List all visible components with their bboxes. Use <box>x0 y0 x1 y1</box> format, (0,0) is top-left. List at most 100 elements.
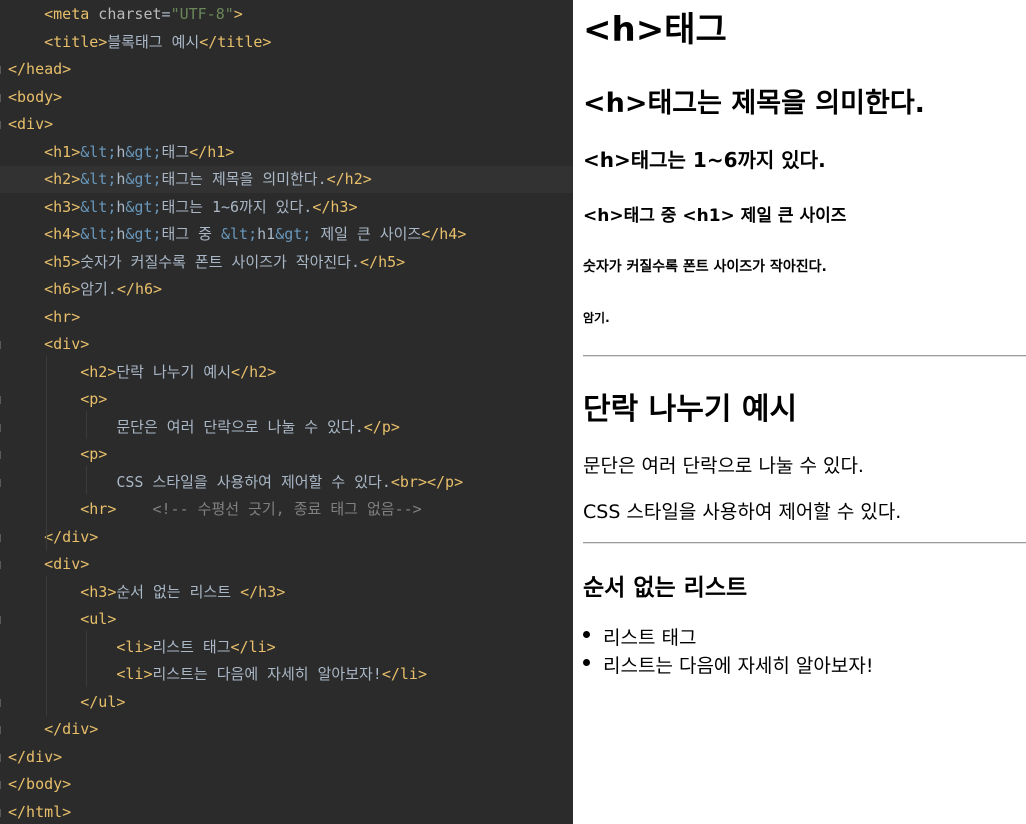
code-token: 블록태그 예시 <box>107 32 200 51</box>
code-line[interactable]: <h4>&lt;h&gt;태그 중 &lt;h1&gt; 제일 큰 사이즈</h… <box>0 221 573 248</box>
code-token: CSS 스타일을 사용하여 제어할 수 있다. <box>116 472 391 491</box>
code-token: "UTF-8" <box>170 5 234 23</box>
code-token: 순서 없는 리스트 <box>116 582 241 601</box>
code-token: </title> <box>199 32 272 51</box>
code-line[interactable]: </div> <box>0 744 573 771</box>
code-line[interactable]: </div> <box>0 524 573 551</box>
code-token: </li> <box>381 665 427 683</box>
code-line[interactable]: <div> <box>0 111 573 138</box>
code-text: <div> <box>8 554 89 574</box>
code-token: </ul> <box>80 692 126 711</box>
section-heading-paragraphs: 단락 나누기 예시 <box>583 392 798 427</box>
fold-marker-icon[interactable] <box>0 808 5 817</box>
code-token: 태그 <box>161 142 190 161</box>
fold-marker-icon[interactable] <box>0 121 5 129</box>
code-token: &lt; <box>80 142 117 161</box>
fold-marker-icon[interactable] <box>0 423 5 432</box>
code-line[interactable]: <h1>&lt;h&gt;태그</h1> <box>0 139 573 166</box>
code-token: <p> <box>80 445 108 463</box>
code-token: = <box>161 5 171 23</box>
code-text: </ul> <box>8 692 125 712</box>
code-line[interactable]: </div> <box>0 716 573 743</box>
fold-marker-icon[interactable] <box>0 93 5 102</box>
code-line[interactable]: <div> <box>0 331 573 358</box>
code-line[interactable]: <meta charset="UTF-8"> <box>0 1 573 28</box>
indent-guide <box>86 466 87 494</box>
code-text: <h5>숫자가 커질수록 폰트 사이즈가 작아진다.</h5> <box>8 252 405 272</box>
fold-marker-icon[interactable] <box>0 726 5 734</box>
fold-marker-icon[interactable] <box>0 478 5 487</box>
code-token: </p> <box>363 417 400 436</box>
fold-marker-icon[interactable] <box>0 533 5 542</box>
code-token: 태그 중 <box>161 225 221 243</box>
code-line[interactable]: <title>블록태그 예시</title> <box>0 29 573 56</box>
preview-heading-h1: <h>태그 <box>583 10 727 50</box>
code-token: > <box>233 5 243 23</box>
code-line[interactable]: <h2>단락 나누기 예시</h2> <box>0 359 573 386</box>
code-token: </li> <box>230 637 276 656</box>
list-item-text: 리스트 태그 <box>603 627 697 649</box>
code-line[interactable]: <h6>암기.</h6> <box>0 276 573 303</box>
fold-marker-icon[interactable] <box>0 451 5 459</box>
code-token: <p> <box>80 390 108 408</box>
code-token: charset <box>89 5 162 23</box>
code-token: <h2> <box>80 362 117 381</box>
code-line[interactable]: <h3>&lt;h&gt;태그는 1~6까지 있다.</h3> <box>0 194 573 221</box>
code-line[interactable]: <p> <box>0 386 573 413</box>
fold-marker-icon[interactable] <box>0 753 5 762</box>
paragraph: 문단은 여러 단락으로 나눌 수 있다. <box>583 455 864 477</box>
code-line[interactable]: <hr> <!-- 수평선 긋기, 종료 태그 없음--> <box>0 496 573 523</box>
code-token: 태그는 1~6까지 있다. <box>161 197 313 216</box>
code-line[interactable]: <body> <box>0 84 573 111</box>
code-line[interactable]: <h2>&lt;h&gt;태그는 제목을 의미한다.</h2> <box>0 166 573 193</box>
code-line[interactable]: <hr> <box>0 304 573 331</box>
code-line[interactable]: <ul> <box>0 606 573 633</box>
code-token: </h2> <box>231 362 277 381</box>
code-token: </div> <box>44 720 99 738</box>
code-text: <hr> <box>8 307 80 327</box>
fold-marker-icon[interactable] <box>0 616 5 624</box>
code-token: &gt; <box>125 142 162 161</box>
code-text: <div> <box>8 334 89 354</box>
fold-marker-icon[interactable] <box>0 561 5 569</box>
code-line[interactable]: </ul> <box>0 689 573 716</box>
code-token: </div> <box>8 747 63 766</box>
code-token: </h4> <box>421 225 467 243</box>
fold-marker-icon[interactable] <box>0 698 5 707</box>
indent-guide <box>46 576 47 716</box>
code-token: <h1> <box>44 142 81 161</box>
code-line[interactable]: <p> <box>0 441 573 468</box>
code-token: </div> <box>44 527 99 546</box>
fold-marker-icon[interactable] <box>0 66 5 74</box>
code-line[interactable]: <h3>순서 없는 리스트 </h3> <box>0 579 573 606</box>
code-token: &lt; <box>221 225 258 243</box>
code-token: </head> <box>8 60 72 78</box>
code-line[interactable]: </body> <box>0 771 573 798</box>
code-line[interactable]: </head> <box>0 56 573 83</box>
code-editor-pane[interactable]: <meta charset="UTF-8"> <title>블록태그 예시</t… <box>0 0 573 824</box>
preview-heading-h3: <h>태그는 1~6까지 있다. <box>583 148 826 172</box>
code-token: 제일 큰 사이즈 <box>311 225 422 243</box>
paragraph: CSS 스타일을 사용하여 제어할 수 있다. <box>583 501 902 523</box>
code-line[interactable]: <h5>숫자가 커질수록 폰트 사이즈가 작아진다.</h5> <box>0 249 573 276</box>
code-token: <hr> <box>80 500 117 518</box>
fold-marker-icon[interactable] <box>0 341 5 349</box>
fold-marker-icon[interactable] <box>0 781 5 789</box>
code-line[interactable]: <div> <box>0 551 573 578</box>
code-text: <li>리스트는 다음에 자세히 알아보자!</li> <box>8 664 427 684</box>
fold-marker-icon[interactable] <box>0 396 5 404</box>
code-token: <div> <box>44 555 90 573</box>
preview-heading-h2: <h>태그는 제목을 의미한다. <box>583 88 925 119</box>
code-line[interactable]: </html> <box>0 799 573 824</box>
